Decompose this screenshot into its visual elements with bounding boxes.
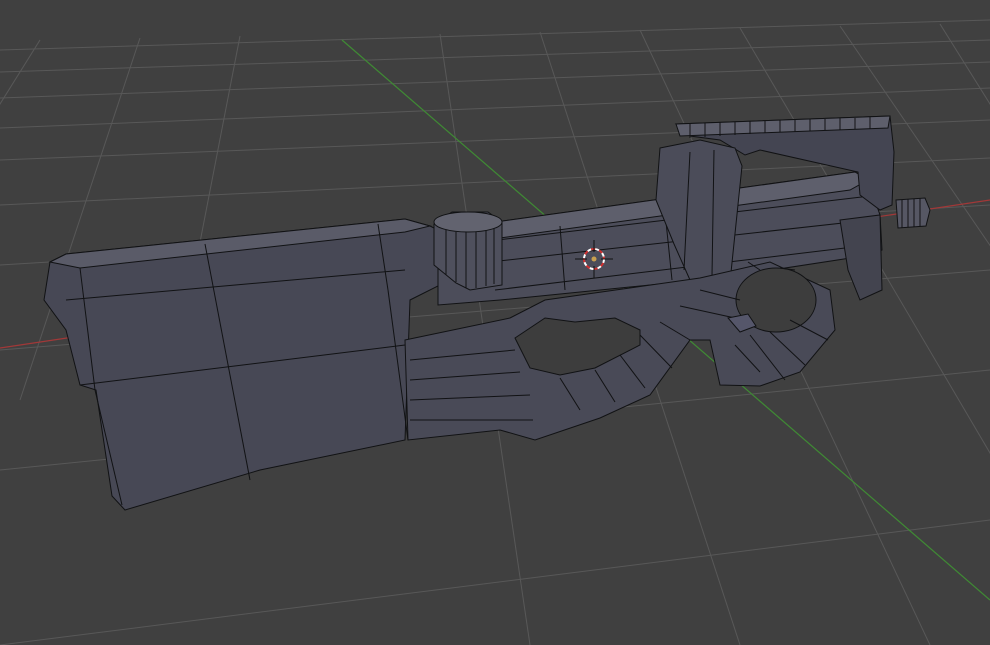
3d-viewport[interactable] bbox=[0, 0, 990, 645]
p90-model[interactable] bbox=[43, 115, 931, 511]
front-block bbox=[839, 214, 883, 301]
muzzle bbox=[895, 197, 931, 229]
viewport-canvas[interactable] bbox=[0, 0, 990, 645]
